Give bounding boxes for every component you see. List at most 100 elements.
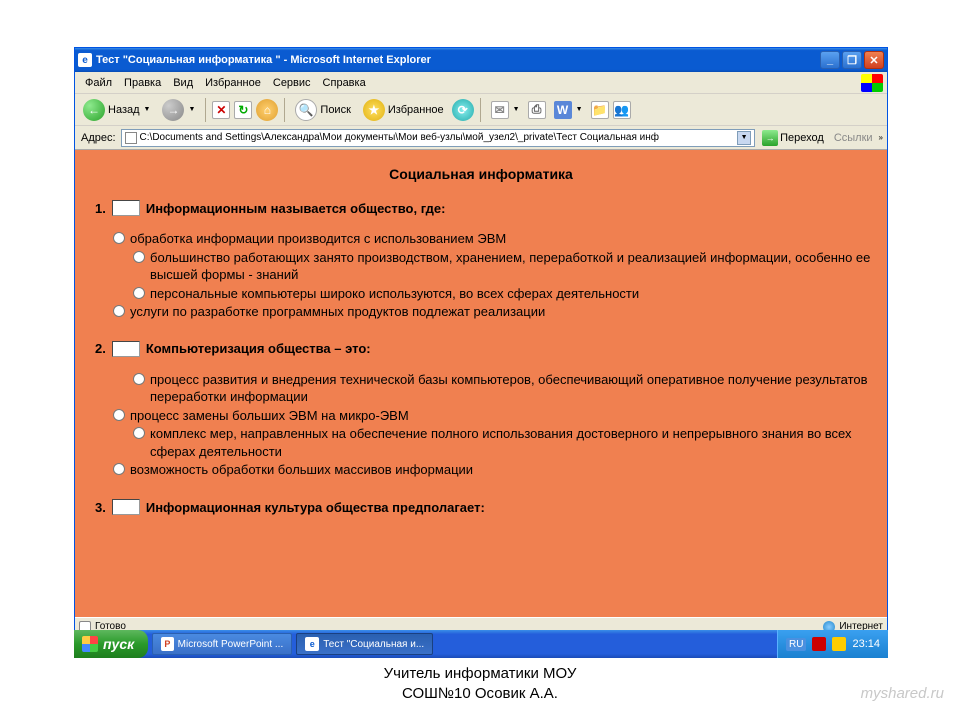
question-text: Информационным называется общество, где: [146,201,446,216]
question-head: 3. Информационная культура общества предп… [95,499,873,515]
word-icon: W [554,101,572,119]
clock[interactable]: 23:14 [852,638,880,650]
chevron-down-icon: ▼ [576,106,583,113]
question-option: процесс развития и внедрения технической… [113,371,873,406]
messenger-icon[interactable]: 👥 [613,101,631,119]
option-text: услуги по разработке программных продукт… [130,303,873,321]
language-indicator[interactable]: RU [786,638,806,651]
radio-input[interactable] [133,251,145,263]
radio-input[interactable] [133,373,145,385]
question-option: процесс замены больших ЭВМ на микро-ЭВМ [113,407,873,425]
home-icon[interactable]: ⌂ [256,99,278,121]
word-button[interactable]: W▼ [550,99,587,121]
menubar: Файл Правка Вид Избранное Сервис Справка [75,72,887,94]
radio-input[interactable] [113,305,125,317]
systray: RU 23:14 [777,630,888,658]
question-option: обработка информации производится с испо… [113,230,873,248]
window-title: Тест "Социальная информатика " - Microso… [96,54,818,66]
address-input[interactable]: C:\Documents and Settings\Александра\Мои… [121,129,756,147]
page-content: Социальная информатика 1.Информационным … [75,150,887,617]
titlebar: e Тест "Социальная информатика " - Micro… [75,48,887,72]
radio-input[interactable] [133,287,145,299]
question-head: 2. Компьютеризация общества – это: [95,341,873,357]
minimize-button[interactable]: _ [820,51,840,69]
go-button[interactable]: → Переход [758,130,828,146]
tray-icon[interactable] [832,637,846,651]
go-label: Переход [780,132,824,144]
links-label[interactable]: Ссылки [831,132,876,144]
restore-button[interactable]: ❐ [842,51,862,69]
answer-input-box[interactable] [112,341,140,357]
chevron-down-icon: ▼ [144,106,151,113]
back-button[interactable]: ← Назад ▼ [79,97,154,123]
answer-input-box[interactable] [112,499,140,515]
separator [284,98,285,122]
watermark: myshared.ru [861,685,944,702]
search-button[interactable]: 🔍 Поиск [291,97,354,123]
menu-help[interactable]: Справка [317,75,372,91]
question-number: 2. [95,341,106,356]
ie-icon: e [305,637,319,651]
forward-icon: → [162,99,184,121]
links-chevron-icon[interactable]: » [879,133,883,142]
taskbar: пуск P Microsoft PowerPoint ... e Тест "… [74,630,888,658]
radio-input[interactable] [113,463,125,475]
menu-tools[interactable]: Сервис [267,75,317,91]
windows-flag-icon [861,74,883,92]
windows-logo-icon [82,636,98,652]
question-option: персональные компьютеры широко использую… [113,285,873,303]
caption-line1: Учитель информатики МОУ [0,664,960,684]
question-text: Информационная культура общества предпол… [146,500,485,515]
question-text: Компьютеризация общества – это: [146,341,371,356]
radio-input[interactable] [113,232,125,244]
menu-file[interactable]: Файл [79,75,118,91]
chevron-down-icon: ▼ [188,106,195,113]
question-option: комплекс мер, направленных на обеспечени… [113,425,873,460]
ie-icon: e [78,53,92,67]
question-block: 2. Компьютеризация общества – это: процесс… [89,341,873,479]
file-icon [125,132,137,144]
option-text: возможность обработки больших массивов и… [130,461,873,479]
print-icon[interactable]: ⎙ [528,101,546,119]
question-block: 3. Информационная культура общества предп… [89,499,873,515]
taskbar-item-powerpoint[interactable]: P Microsoft PowerPoint ... [152,633,292,655]
search-label: Поиск [320,104,350,116]
close-button[interactable]: ✕ [864,51,884,69]
menu-favorites[interactable]: Избранное [199,75,267,91]
favorites-label: Избранное [388,104,444,116]
menu-edit[interactable]: Правка [118,75,167,91]
question-number: 1. [95,201,106,216]
search-icon: 🔍 [295,99,317,121]
folder-icon[interactable]: 📁 [591,101,609,119]
start-button[interactable]: пуск [74,630,148,658]
radio-input[interactable] [133,427,145,439]
stop-icon[interactable]: ✕ [212,101,230,119]
mail-button[interactable]: ✉▼ [487,99,524,121]
forward-button[interactable]: → ▼ [158,97,199,123]
addressbar: Адрес: C:\Documents and Settings\Алексан… [75,126,887,150]
back-label: Назад [108,104,140,116]
option-text: большинство работающих занято производст… [150,249,873,284]
tray-icon[interactable] [812,637,826,651]
menu-view[interactable]: Вид [167,75,199,91]
question-option: большинство работающих занято производст… [113,249,873,284]
radio-input[interactable] [113,409,125,421]
option-text: обработка информации производится с испо… [130,230,873,248]
question-number: 3. [95,500,106,515]
star-icon: ★ [363,99,385,121]
dropdown-icon[interactable]: ▼ [737,131,751,145]
taskbar-item-ie[interactable]: e Тест "Социальная и... [296,633,433,655]
powerpoint-icon: P [161,637,173,651]
favorites-button[interactable]: ★ Избранное [359,97,448,123]
media-icon[interactable]: ⟳ [452,99,474,121]
address-value: C:\Documents and Settings\Александра\Мои… [140,132,659,143]
caption-line2: СОШ№10 Осовик А.А. [0,684,960,704]
option-text: комплекс мер, направленных на обеспечени… [150,425,873,460]
refresh-icon[interactable]: ↻ [234,101,252,119]
toolbar: ← Назад ▼ → ▼ ✕ ↻ ⌂ 🔍 Поиск ★ Избранное … [75,94,887,126]
option-text: процесс развития и внедрения технической… [150,371,873,406]
address-label: Адрес: [79,132,118,144]
back-icon: ← [83,99,105,121]
answer-input-box[interactable] [112,200,140,216]
go-icon: → [762,130,778,146]
